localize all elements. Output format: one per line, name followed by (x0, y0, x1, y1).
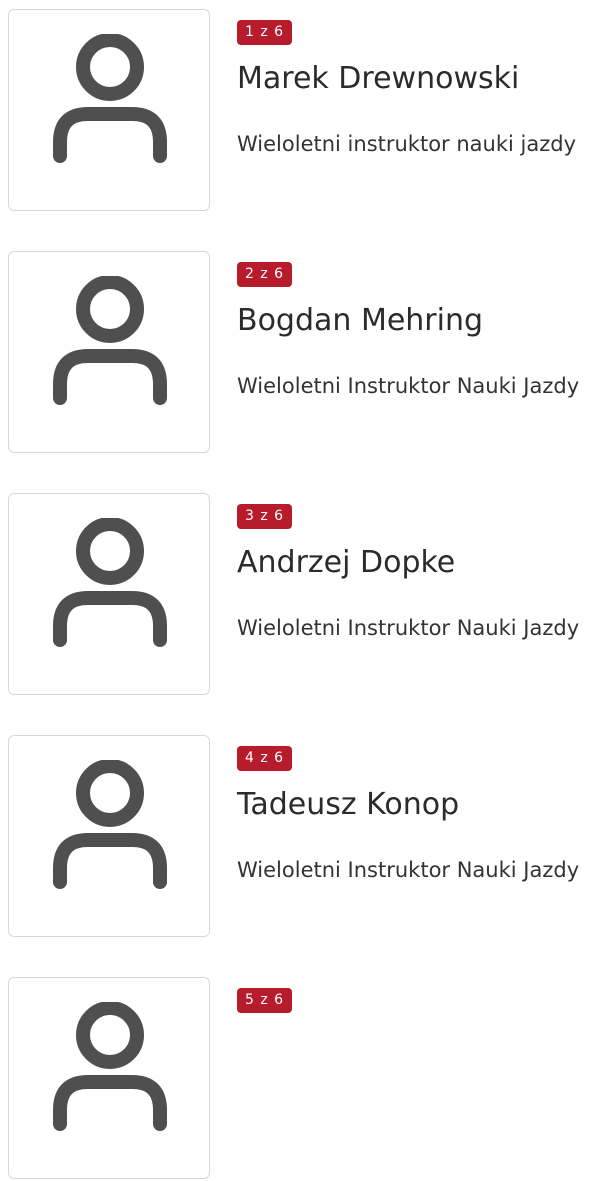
instructor-role: Wieloletni Instruktor Nauki Jazdy (237, 616, 580, 640)
instructor-list: 1 z 6 Marek Drewnowski Wieloletni instru… (0, 0, 612, 1179)
user-icon (53, 1002, 167, 1131)
user-icon (53, 518, 167, 647)
user-icon (53, 34, 167, 163)
instructor-card: 1 z 6 Marek Drewnowski Wieloletni instru… (0, 9, 612, 213)
avatar[interactable] (8, 9, 210, 211)
instructor-card: 2 z 6 Bogdan Mehring Wieloletni Instrukt… (0, 251, 612, 455)
instructor-card: 5 z 6 (0, 977, 612, 1181)
avatar[interactable] (8, 251, 210, 453)
user-icon (53, 276, 167, 405)
user-icon (53, 760, 167, 889)
instructor-name[interactable]: Tadeusz Konop (237, 785, 459, 825)
slide-counter-badge: 1 z 6 (237, 20, 293, 45)
slide-counter-badge: 4 z 6 (237, 746, 293, 771)
avatar[interactable] (8, 493, 210, 695)
instructor-role: Wieloletni instruktor nauki jazdy (237, 132, 577, 156)
instructor-name[interactable]: Andrzej Dopke (237, 543, 455, 583)
avatar[interactable] (8, 735, 210, 937)
instructor-card: 3 z 6 Andrzej Dopke Wieloletni Instrukto… (0, 493, 612, 697)
slide-counter-badge: 2 z 6 (237, 262, 293, 287)
instructor-role: Wieloletni Instruktor Nauki Jazdy (237, 858, 580, 882)
slide-counter-badge: 5 z 6 (237, 988, 293, 1013)
avatar[interactable] (8, 977, 210, 1179)
instructor-role: Wieloletni Instruktor Nauki Jazdy (237, 374, 580, 398)
instructor-card: 4 z 6 Tadeusz Konop Wieloletni Instrukto… (0, 735, 612, 939)
slide-counter-badge: 3 z 6 (237, 504, 293, 529)
instructor-name[interactable]: Marek Drewnowski (237, 59, 519, 99)
instructor-name[interactable]: Bogdan Mehring (237, 301, 483, 341)
